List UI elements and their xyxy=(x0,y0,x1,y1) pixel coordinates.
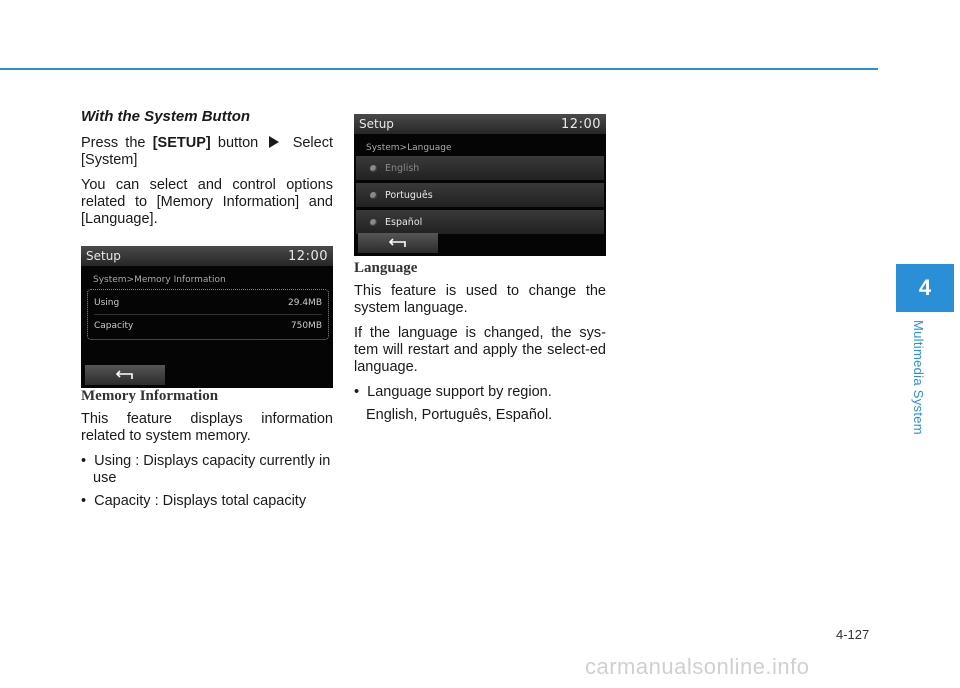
chapter-number-tab: 4 xyxy=(896,264,954,312)
memory-info-screen: Setup 12:00 System>Memory Information Us… xyxy=(81,246,333,388)
language-screen: Setup 12:00 System>Language English Port… xyxy=(354,114,606,256)
return-arrow-icon xyxy=(116,370,133,379)
language-list-detail: English, Português, Español. xyxy=(366,407,553,423)
chapter-title: Multimedia System xyxy=(911,320,926,435)
screen-header: Setup 12:00 xyxy=(81,246,333,266)
screen-breadcrumb: System>Memory Information xyxy=(93,275,226,285)
return-arrow-icon xyxy=(389,238,406,247)
section-heading-system-button: With the System Button xyxy=(81,108,251,125)
screen-title: Setup xyxy=(86,248,121,263)
page-number: 4-127 xyxy=(836,627,870,642)
memory-information-heading: Memory Information xyxy=(81,388,219,404)
setup-button-label: [SETUP] xyxy=(152,135,211,151)
screen-clock: 12:00 xyxy=(561,116,601,132)
language-option-portugues[interactable]: Português xyxy=(356,183,604,207)
watermark: carmanualsonline.info xyxy=(585,654,810,679)
list-item: Capacity : Displays total capacity xyxy=(81,493,333,510)
radio-dot-icon xyxy=(370,218,377,226)
intro-paragraph: Press the [SETUP] button Select [System] xyxy=(81,135,333,168)
screen-title: Setup xyxy=(359,116,394,131)
list-item: Language support by region. xyxy=(354,384,606,401)
language-heading: Language xyxy=(354,260,418,276)
radio-dot-icon xyxy=(370,164,377,172)
radio-dot-icon xyxy=(370,191,377,199)
list-item: Using : Displays capacity currently in u… xyxy=(81,453,333,487)
right-column: Setup 12:00 System>Language English Port… xyxy=(354,108,606,424)
screen-clock: 12:00 xyxy=(288,248,328,264)
memory-bullets: Using : Displays capacity currently in u… xyxy=(81,453,333,510)
screen-header: Setup 12:00 xyxy=(354,114,606,134)
memory-row-capacity: Capacity 750MB xyxy=(94,314,322,337)
back-button[interactable] xyxy=(85,365,165,385)
left-column: With the System Button Press the [SETUP]… xyxy=(81,108,333,516)
language-paragraph-2: If the language is changed, the sys-tem … xyxy=(354,325,606,375)
chapter-number: 4 xyxy=(918,275,932,300)
back-button[interactable] xyxy=(358,233,438,253)
memory-info-list: Using 29.4MB Capacity 750MB xyxy=(87,289,329,340)
memory-information-text: This feature displays information relate… xyxy=(81,411,333,444)
triangle-right-icon xyxy=(269,136,280,148)
language-bullets: Language support by region. xyxy=(354,384,606,401)
memory-row-using: Using 29.4MB xyxy=(94,297,322,308)
language-option-english[interactable]: English xyxy=(356,156,604,180)
language-option-espanol[interactable]: Español xyxy=(356,210,604,234)
language-paragraph-1: This feature is used to change the syste… xyxy=(354,283,606,316)
options-paragraph: You can select and control options relat… xyxy=(81,177,333,227)
header-rule xyxy=(0,68,878,70)
screen-breadcrumb: System>Language xyxy=(366,143,452,153)
